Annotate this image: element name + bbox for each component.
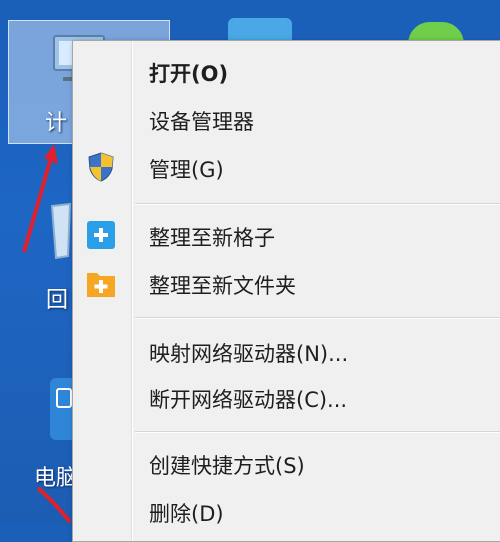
menu-item-disconnect-drive[interactable]: 断开网络驱动器(C)... — [73, 377, 500, 417]
menu-item-label: 打开(O) — [149, 62, 229, 86]
menu-separator — [135, 431, 500, 433]
menu-separator — [135, 203, 500, 205]
menu-item-new-folder[interactable]: 整理至新文件夹 — [73, 263, 500, 303]
menu-item-map-drive[interactable]: 映射网络驱动器(N)... — [73, 331, 500, 371]
menu-item-manage[interactable]: 管理(G) — [73, 147, 500, 187]
this-pc-icon[interactable] — [50, 378, 74, 440]
menu-separator — [135, 317, 500, 319]
uac-shield-icon — [85, 151, 117, 183]
annotation-arrow-icon — [22, 144, 58, 253]
menu-item-label: 创建快捷方式(S) — [149, 454, 305, 478]
context-menu: 打开(O) 设备管理器 管理(G) 整理至新格子 整理至新文件夹 映射网络驱动器… — [72, 40, 500, 542]
menu-item-label: 断开网络驱动器(C)... — [149, 388, 348, 412]
menu-item-new-grid[interactable]: 整理至新格子 — [73, 215, 500, 255]
menu-item-label: 删除(D) — [149, 502, 224, 526]
menu-item-label: 设备管理器 — [149, 110, 254, 134]
menu-item-device-manager[interactable]: 设备管理器 — [73, 99, 500, 139]
add-folder-icon — [85, 267, 117, 299]
annotation-arrow-icon — [36, 486, 72, 523]
menu-item-label: 管理(G) — [149, 158, 224, 182]
desktop-icon-label: 计 — [45, 111, 68, 136]
menu-item-label: 整理至新格子 — [149, 226, 275, 250]
menu-item-open[interactable]: 打开(O) — [73, 51, 500, 91]
menu-item-label: 整理至新文件夹 — [149, 274, 296, 298]
menu-item-label: 映射网络驱动器(N)... — [149, 342, 349, 366]
menu-item-create-shortcut[interactable]: 创建快捷方式(S) — [73, 443, 500, 483]
add-grid-icon — [85, 219, 117, 251]
recycle-bin-label: 回 — [46, 288, 69, 313]
menu-item-delete[interactable]: 删除(D) — [73, 491, 500, 531]
